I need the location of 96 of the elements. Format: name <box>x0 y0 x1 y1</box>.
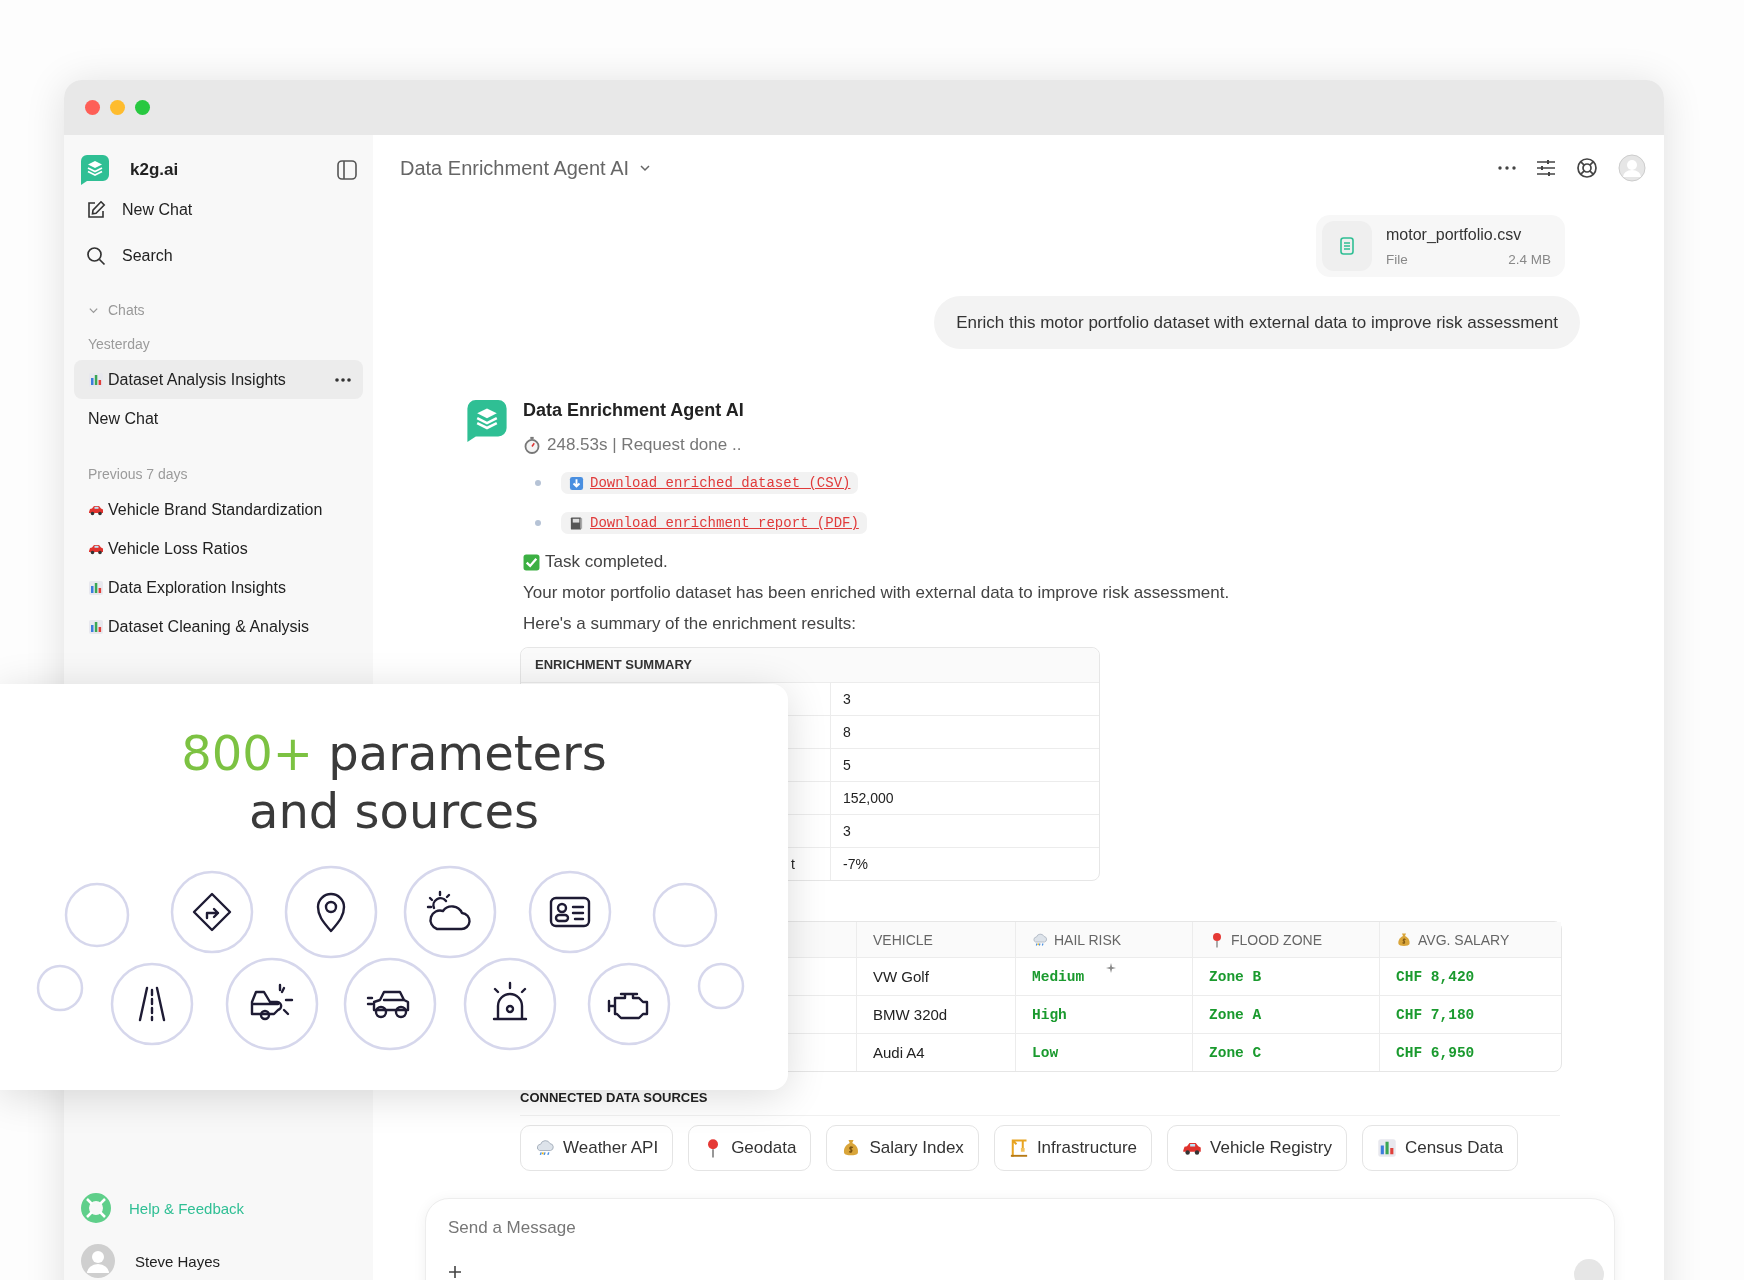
message-input[interactable]: Send a Message <box>446 1217 1050 1239</box>
agent-selector[interactable]: Data Enrichment Agent AI <box>400 156 652 180</box>
column-header: VEHICLE <box>873 931 933 948</box>
logo-icon <box>81 155 109 185</box>
engine-icon <box>587 962 671 1046</box>
map-pin-icon <box>284 865 378 959</box>
download-link[interactable]: Download enrichment report (PDF) <box>561 512 867 534</box>
chat-item[interactable]: Vehicle Loss Ratios <box>74 529 363 568</box>
table-cell-text: -7% <box>842 855 868 874</box>
siren-icon <box>463 957 557 1051</box>
bar-chart-icon <box>88 579 104 596</box>
file-name: motor_portfolio.csv <box>1386 225 1523 244</box>
jeep-icon <box>343 957 437 1051</box>
download-link[interactable]: Download enriched dataset (CSV) <box>561 472 859 494</box>
chat-item[interactable]: Data Exploration Insights <box>74 568 363 607</box>
data-source-chip[interactable]: Geodata <box>688 1125 812 1171</box>
completion-text: Task completed. <box>545 552 668 572</box>
table-cell: t <box>791 856 795 872</box>
check-icon <box>523 553 540 571</box>
lifebuoy-icon[interactable] <box>1576 157 1598 179</box>
table-cell: Medium <box>1032 968 1085 985</box>
plus-icon[interactable] <box>448 1265 462 1279</box>
lifebuoy-icon <box>81 1193 111 1223</box>
file-size: 2.4 MB <box>1508 251 1551 267</box>
crane-icon <box>1008 1138 1029 1158</box>
sun-cloud-icon <box>403 865 497 959</box>
decor-ring <box>697 962 745 1010</box>
data-source-chip[interactable]: Infrastructure <box>993 1125 1153 1171</box>
decor-ring <box>64 882 130 948</box>
book-icon <box>569 515 584 531</box>
user-profile[interactable]: Steve Hayes <box>74 1238 363 1280</box>
table-cell-text: 5 <box>842 756 851 775</box>
table-cell-text: 8 <box>842 723 851 742</box>
status-text: 248.53s | Request done .. <box>547 435 742 455</box>
bar-chart-icon <box>88 618 104 635</box>
more-icon[interactable] <box>1498 166 1516 170</box>
decor-ring <box>36 964 84 1012</box>
table-cell: Audi A4 <box>873 1044 925 1061</box>
search-icon <box>86 246 106 266</box>
stopwatch-icon <box>523 436 541 454</box>
data-source-chip[interactable]: Salary Index <box>826 1125 979 1171</box>
column-header: FLOOD ZONE <box>1209 931 1322 948</box>
table-cell: Zone A <box>1209 1006 1262 1023</box>
money-bag-icon <box>1396 931 1412 948</box>
column-header: HAIL RISK <box>1032 931 1122 948</box>
table-cell: Low <box>1032 1044 1059 1061</box>
file-attachment[interactable]: motor_portfolio.csv File 2.4 MB <box>1316 215 1565 277</box>
table-title: ENRICHMENT SUMMARY <box>521 648 1099 682</box>
table-cell-text: 3 <box>842 690 851 709</box>
table-cell-text: 3 <box>842 822 851 841</box>
table-cell: VW Golf <box>873 968 929 985</box>
search-button[interactable]: Search <box>74 233 363 279</box>
table-cell: CHF 7,180 <box>1396 1006 1475 1023</box>
rain-cloud-icon <box>535 1138 555 1158</box>
road-icon <box>110 962 194 1046</box>
table-cell: Zone C <box>1209 1044 1262 1061</box>
agent-name: Data Enrichment Agent AI <box>523 400 745 422</box>
brand-name: k2g.ai <box>130 160 180 180</box>
agent-avatar-icon <box>467 400 507 442</box>
chat-item[interactable]: Vehicle Brand Standardization <box>74 490 363 529</box>
promo-heading: 800+ parameters and sources <box>180 724 608 840</box>
bar-chart-icon <box>1376 1138 1397 1158</box>
car-crash-icon <box>225 957 319 1051</box>
new-chat-button[interactable]: New Chat <box>74 187 363 233</box>
data-source-chip[interactable]: Census Data <box>1361 1125 1519 1171</box>
table-cell: High <box>1032 1006 1067 1023</box>
group-label: Yesterday <box>87 336 151 354</box>
message-paragraph: Your motor portfolio dataset has been enriched with external data to improve risk assessment. <box>523 582 1231 604</box>
table-cell-text: 152,000 <box>842 789 894 808</box>
group-label: Previous 7 days <box>87 466 189 484</box>
decor-ring <box>652 882 718 948</box>
download-icon <box>569 475 584 491</box>
table-cell: BMW 320d <box>873 1006 948 1023</box>
data-source-chip[interactable]: Weather API <box>520 1125 674 1171</box>
sparkle-icon <box>1106 963 1116 973</box>
id-card-icon <box>528 870 612 954</box>
message-paragraph: Here's a summary of the enrichment results: <box>523 613 857 635</box>
document-icon <box>1339 237 1355 255</box>
user-message: Enrich this motor portfolio dataset with external data to improve risk assessment <box>934 296 1580 349</box>
edit-icon <box>86 200 106 220</box>
road-sign-icon <box>170 870 254 954</box>
data-source-chip[interactable]: Vehicle Registry <box>1167 1125 1347 1171</box>
rain-cloud-icon <box>1032 931 1048 948</box>
chevron-down-icon <box>639 162 652 174</box>
file-type: File <box>1386 251 1408 267</box>
chat-item[interactable]: Dataset Analysis Insights <box>74 360 363 399</box>
column-header: AVG. SALARY <box>1396 931 1510 948</box>
table-cell: Zone B <box>1209 968 1262 985</box>
more-icon[interactable] <box>335 377 351 382</box>
table-cell: CHF 6,950 <box>1396 1044 1475 1061</box>
chat-item[interactable]: Dataset Cleaning & Analysis <box>74 607 363 646</box>
table-cell: CHF 8,420 <box>1396 968 1475 985</box>
sidebar-toggle-icon[interactable] <box>337 160 357 180</box>
settings-icon[interactable] <box>1536 158 1556 178</box>
message-composer[interactable]: Send a Message <box>425 1198 1615 1280</box>
chat-item[interactable]: New Chat <box>74 399 363 438</box>
